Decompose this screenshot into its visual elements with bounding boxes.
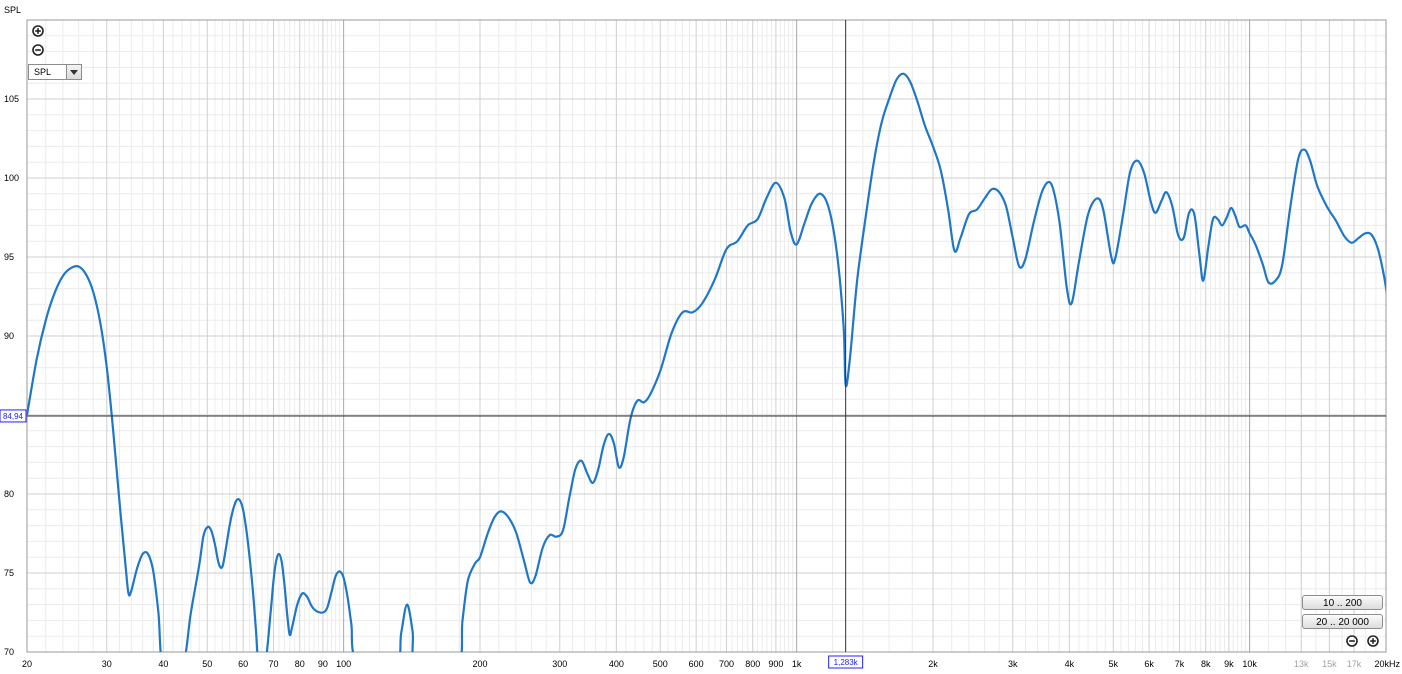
cursor-y-label: 84,94 — [3, 412, 24, 421]
x-tick-label: 900 — [768, 659, 783, 669]
x-axis: 20 30 40 50 60 70 80 90 100 200 300 400 500 600 700 800… — [22, 659, 1401, 669]
x-tick-label: 400 — [609, 659, 624, 669]
x-tick-label: 500 — [653, 659, 668, 669]
x-tick-label: 6k — [1144, 659, 1154, 669]
x-tick-label: 60 — [238, 659, 248, 669]
x-tick-label: 700 — [719, 659, 734, 669]
zoom-out-button[interactable] — [31, 43, 45, 57]
x-tick-label: 600 — [689, 659, 704, 669]
x-tick-label: 20kHz — [1374, 659, 1400, 669]
zoom-in-button[interactable] — [31, 24, 45, 38]
x-tick-label: 90 — [318, 659, 328, 669]
x-tick-label: 200 — [472, 659, 487, 669]
y-tick-label: 105 — [4, 94, 19, 104]
x-tick-label: 10k — [1242, 659, 1257, 669]
chart[interactable]: 84,94 1,283k 70 75 80 90 95 100 105 20 30 40 50 60 7… — [0, 0, 1402, 674]
x-tick-label: 5k — [1109, 659, 1119, 669]
horizontal-zoom-in-button[interactable] — [1366, 634, 1380, 648]
x-tick-label: 13k — [1294, 659, 1309, 669]
x-tick-label: 8k — [1201, 659, 1211, 669]
y-tick-label: 95 — [4, 252, 14, 262]
x-tick-label: 9k — [1224, 659, 1234, 669]
range-10-200-button[interactable]: 10 .. 200 — [1302, 595, 1383, 610]
x-tick-label: 50 — [202, 659, 212, 669]
range-20-20000-button[interactable]: 20 .. 20 000 — [1302, 614, 1383, 629]
x-tick-label: 20 — [22, 659, 32, 669]
y-axis: 70 75 80 90 95 100 105 — [4, 94, 19, 657]
x-tick-label: 3k — [1008, 659, 1018, 669]
x-tick-label: 4k — [1065, 659, 1075, 669]
y-tick-label: 75 — [4, 568, 14, 578]
measurement-select-value: SPL — [34, 67, 52, 77]
cursor-x-label: 1,283k — [834, 658, 859, 667]
y-tick-label: 80 — [4, 489, 14, 499]
cursor-layer: 84,94 1,283k — [0, 20, 1386, 669]
y-tick-label: 100 — [4, 173, 19, 183]
chevron-down-icon[interactable] — [66, 65, 81, 79]
y-tick-label: 70 — [4, 647, 14, 657]
zoom-in-icon — [1367, 635, 1379, 647]
x-tick-label: 15k — [1322, 659, 1337, 669]
x-tick-label: 30 — [102, 659, 112, 669]
zoom-in-icon — [32, 25, 44, 37]
x-tick-label: 40 — [158, 659, 168, 669]
zoom-out-icon — [32, 44, 44, 56]
x-tick-label: 7k — [1175, 659, 1185, 669]
x-tick-label: 2k — [928, 659, 938, 669]
x-tick-label: 1k — [792, 659, 802, 669]
y-axis-label: SPL — [4, 5, 21, 15]
x-tick-label: 17k — [1347, 659, 1362, 669]
horizontal-zoom-out-button[interactable] — [1345, 634, 1359, 648]
x-tick-label: 100 — [336, 659, 351, 669]
x-tick-label: 800 — [745, 659, 760, 669]
measurement-select[interactable]: SPL — [28, 64, 82, 80]
x-tick-label: 300 — [552, 659, 567, 669]
x-tick-label: 70 — [268, 659, 278, 669]
zoom-out-icon — [1346, 635, 1358, 647]
x-tick-label: 80 — [295, 659, 305, 669]
y-tick-label: 90 — [4, 331, 14, 341]
